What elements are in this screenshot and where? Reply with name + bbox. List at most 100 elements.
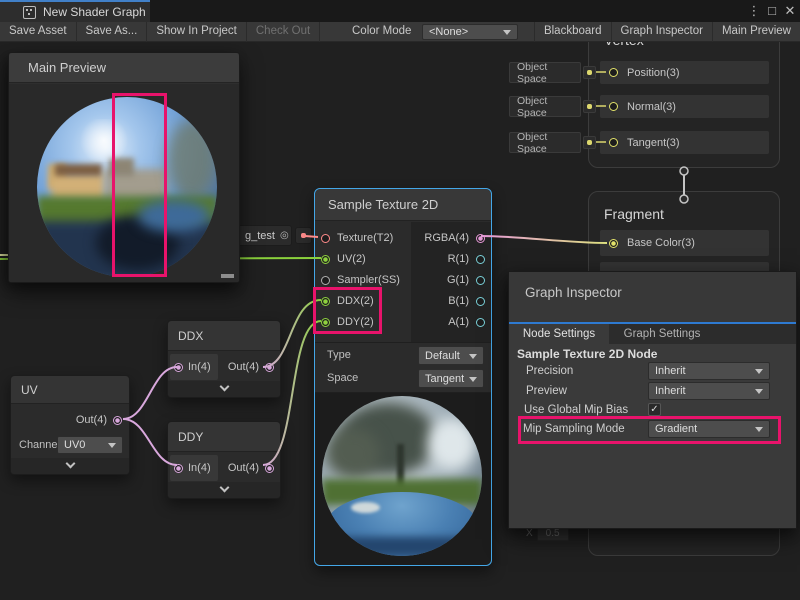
exposed-property-icon: ◎ — [280, 231, 289, 241]
node-preview[interactable] — [315, 392, 491, 565]
node-preview-sphere — [322, 396, 482, 556]
check-out-button: Check Out — [247, 22, 320, 42]
document-tab[interactable]: New Shader Graph — [0, 0, 150, 22]
highlight-rect-mip-sampling-mode — [518, 416, 781, 444]
inspector-title: Graph Inspector — [509, 272, 796, 300]
rgba-port[interactable] — [476, 234, 485, 243]
space-dropdown[interactable]: Tangent — [418, 369, 484, 388]
node-title[interactable]: Sample Texture 2D — [315, 189, 491, 221]
tab-bar: New Shader Graph ⋮ □ ✕ — [0, 0, 800, 22]
save-as-button[interactable]: Save As... — [77, 22, 148, 42]
toolbar: Save Asset Save As... Show In Project Ch… — [0, 22, 800, 42]
chevron-down-icon — [219, 483, 229, 493]
output-rgba[interactable]: RGBA(4) — [424, 232, 485, 244]
output-b[interactable]: B(1) — [448, 295, 485, 307]
ddy-out-port[interactable] — [265, 464, 274, 473]
chevron-down-icon — [65, 459, 75, 469]
vertex-row-tangent[interactable]: Tangent(3) — [600, 131, 769, 154]
mip-bias-checkbox[interactable]: ✓ — [648, 403, 661, 416]
property-node-gtest[interactable]: g_test ◎ — [238, 225, 292, 246]
ddy-title[interactable]: DDY — [168, 422, 280, 452]
a-port[interactable] — [476, 318, 485, 327]
precision-label: Precision — [526, 365, 573, 377]
ddx-out-port[interactable] — [265, 363, 274, 372]
blackboard-toggle-button[interactable]: Blackboard — [534, 22, 611, 42]
uv-collapse-button[interactable] — [11, 458, 129, 474]
uv-channel-label: Channe — [19, 439, 58, 451]
fragment-row-base-color[interactable]: Base Color(3) — [600, 230, 769, 256]
output-r[interactable]: R(1) — [448, 253, 485, 265]
preview-dropdown[interactable]: Inherit — [648, 382, 770, 400]
shader-graph-window: Vertex Position(3) Normal(3) Tangent(3) … — [0, 0, 800, 600]
uv-title[interactable]: UV — [11, 376, 129, 404]
preview-label: Preview — [526, 385, 567, 397]
graph-inspector-toggle-button[interactable]: Graph Inspector — [611, 22, 712, 42]
output-g[interactable]: G(1) — [447, 274, 485, 286]
preview-resize-handle[interactable] — [221, 274, 234, 278]
show-in-project-button[interactable]: Show In Project — [147, 22, 247, 42]
ddx-title[interactable]: DDX — [168, 321, 280, 351]
b-port[interactable] — [476, 297, 485, 306]
input-uv[interactable]: UV(2) — [321, 253, 366, 265]
type-label: Type — [327, 349, 351, 361]
sampler-port[interactable] — [321, 276, 330, 285]
input-sampler[interactable]: Sampler(SS) — [321, 274, 400, 286]
position-port[interactable] — [609, 68, 618, 77]
vertex-row-position[interactable]: Position(3) — [600, 61, 769, 84]
g-port[interactable] — [476, 276, 485, 285]
normal-space-port[interactable] — [583, 100, 596, 113]
save-asset-button[interactable]: Save Asset — [0, 22, 77, 42]
fragment-title: Fragment — [604, 206, 664, 222]
tangent-space-port[interactable] — [583, 136, 596, 149]
position-space-port[interactable] — [583, 66, 596, 79]
node-sample-texture-2d[interactable]: Sample Texture 2D Texture(T2) UV(2) Samp… — [314, 188, 492, 566]
main-preview-header[interactable]: Main Preview — [9, 53, 239, 83]
mip-bias-label: Use Global Mip Bias — [524, 404, 628, 416]
ddx-out-slot[interactable]: Out(4) — [228, 354, 274, 380]
input-texture[interactable]: Texture(T2) — [321, 232, 393, 244]
ddx-in-port[interactable] — [174, 363, 183, 372]
shader-graph-icon — [23, 6, 36, 19]
tangent-port[interactable] — [609, 138, 618, 147]
uv-port[interactable] — [321, 255, 330, 264]
ddx-in-slot[interactable]: In(4) — [170, 354, 218, 380]
r-port[interactable] — [476, 255, 485, 264]
ddy-in-slot[interactable]: In(4) — [170, 455, 218, 481]
type-dropdown[interactable]: Default — [418, 346, 484, 365]
precision-dropdown[interactable]: Inherit — [648, 362, 770, 380]
uv-channel-dropdown[interactable]: UV0 — [57, 436, 123, 454]
tab-node-settings[interactable]: Node Settings — [509, 324, 609, 344]
chevron-down-icon — [219, 382, 229, 392]
texture-port[interactable] — [321, 234, 330, 243]
main-preview-toggle-button[interactable]: Main Preview — [712, 22, 800, 42]
ddy-out-slot[interactable]: Out(4) — [228, 455, 274, 481]
graph-inspector-panel[interactable]: Graph Inspector Node Settings Graph Sett… — [508, 271, 797, 529]
output-a[interactable]: A(1) — [448, 316, 485, 328]
uv-out-port[interactable] — [113, 416, 122, 425]
node-uv[interactable]: UV Out(4) Channe UV0 — [10, 375, 130, 475]
inspector-section-title: Sample Texture 2D Node — [517, 347, 657, 361]
maximize-icon[interactable]: □ — [764, 2, 780, 20]
ddx-collapse-button[interactable] — [168, 381, 280, 397]
normal-space-dropdown[interactable]: Object Space — [509, 96, 581, 117]
normal-port[interactable] — [609, 102, 618, 111]
tab-graph-settings[interactable]: Graph Settings — [609, 324, 715, 344]
position-space-dropdown[interactable]: Object Space — [509, 62, 581, 83]
node-ddx[interactable]: DDX In(4) Out(4) — [167, 320, 281, 398]
close-icon[interactable]: ✕ — [782, 2, 798, 20]
color-mode-dropdown[interactable]: <None> — [422, 24, 518, 40]
ddy-collapse-button[interactable] — [168, 482, 280, 498]
color-mode-label: Color Mode — [343, 22, 420, 42]
highlight-rect-ddx-ddy-inputs — [313, 287, 382, 334]
space-label: Space — [327, 372, 358, 384]
tab-title: New Shader Graph — [43, 5, 146, 19]
vertex-row-normal[interactable]: Normal(3) — [600, 95, 769, 118]
highlight-rect-preview-strip — [112, 93, 167, 277]
window-menu-icon[interactable]: ⋮ — [746, 2, 762, 20]
tangent-space-dropdown[interactable]: Object Space — [509, 132, 581, 153]
node-ddy[interactable]: DDY In(4) Out(4) — [167, 421, 281, 499]
uv-out-slot[interactable]: Out(4) — [76, 405, 122, 435]
gtest-output-port[interactable] — [295, 227, 312, 244]
base-color-port[interactable] — [609, 239, 618, 248]
ddy-in-port[interactable] — [174, 464, 183, 473]
